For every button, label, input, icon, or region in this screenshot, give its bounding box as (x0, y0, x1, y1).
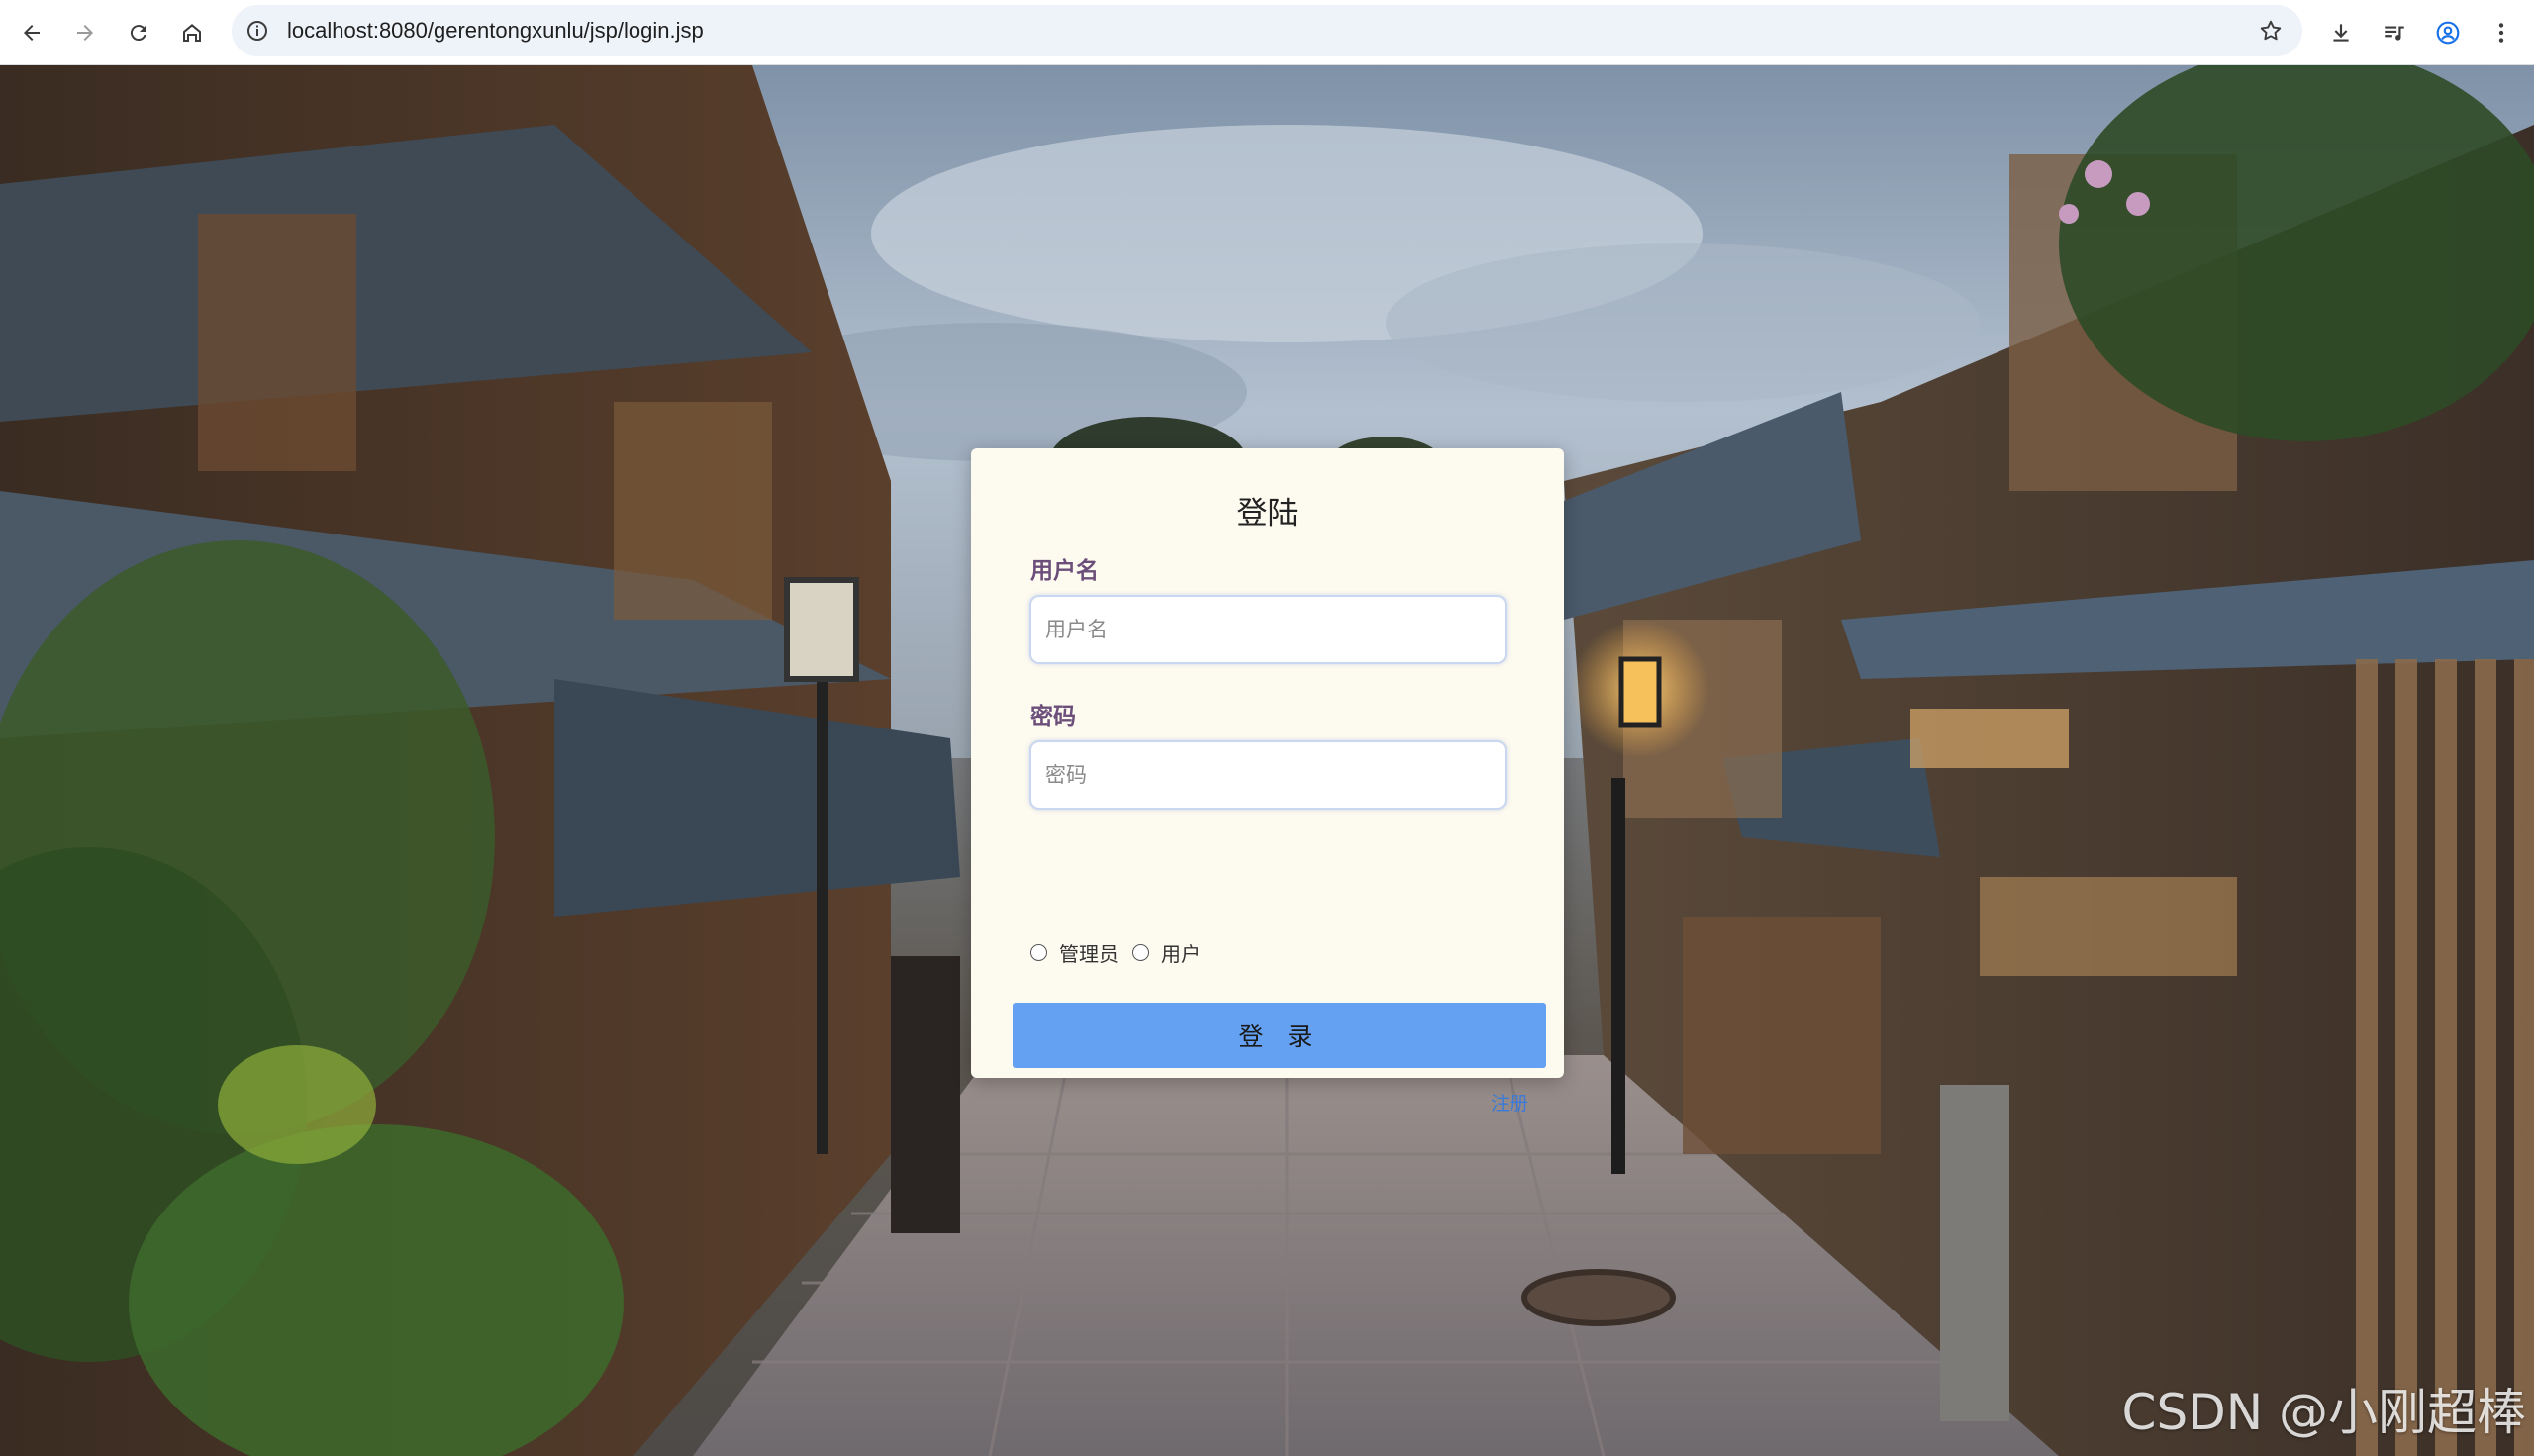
arrow-right-icon (77, 25, 93, 41)
role-selector: 管理员 用户 (1030, 937, 1215, 967)
home-button[interactable] (172, 13, 212, 52)
browser-toolbar: localhost:8080/gerentongxunlu/jsp/login.… (0, 0, 2534, 65)
username-input[interactable] (1029, 595, 1507, 664)
password-input[interactable] (1029, 740, 1507, 810)
register-link[interactable]: 注册 (1491, 1089, 1528, 1116)
forward-button[interactable] (65, 13, 105, 52)
username-label: 用户名 (1030, 558, 1099, 584)
media-control-button[interactable] (2375, 13, 2414, 52)
url-text[interactable]: localhost:8080/gerentongxunlu/jsp/login.… (287, 5, 704, 56)
address-bar[interactable]: localhost:8080/gerentongxunlu/jsp/login.… (232, 5, 2302, 56)
playlist-music-icon (2385, 26, 2404, 41)
role-label-user[interactable]: 用户 (1161, 938, 1201, 967)
home-icon (183, 24, 201, 42)
bookmark-star-icon[interactable] (2255, 15, 2287, 47)
more-vertical-icon (2498, 23, 2504, 43)
profile-avatar-icon (2436, 21, 2460, 45)
download-icon (2333, 24, 2349, 42)
site-info-icon[interactable] (244, 17, 271, 45)
role-label-admin[interactable]: 管理员 (1059, 938, 1119, 967)
login-button[interactable]: 登 录 (1013, 1003, 1546, 1068)
reload-button[interactable] (119, 13, 158, 52)
profile-button[interactable] (2428, 13, 2468, 52)
back-button[interactable] (12, 13, 51, 52)
login-title: 登陆 (1236, 496, 1299, 532)
login-page: 登陆 用户名 密码 管理员 用户 登 录 注册 CSDN @小刚超棒 (0, 65, 2534, 1456)
role-radio-admin[interactable] (1030, 943, 1047, 961)
login-form: 登陆 用户名 密码 管理员 用户 登 录 注册 (971, 448, 1564, 1115)
browser-menu-button[interactable] (2482, 13, 2521, 52)
download-button[interactable] (2321, 13, 2361, 52)
password-label: 密码 (1030, 704, 1076, 729)
role-radio-user[interactable] (1132, 943, 1149, 961)
reload-icon (130, 25, 146, 42)
arrow-left-icon (24, 25, 40, 41)
watermark-text: CSDN @小刚超棒 (2121, 1384, 2526, 1441)
